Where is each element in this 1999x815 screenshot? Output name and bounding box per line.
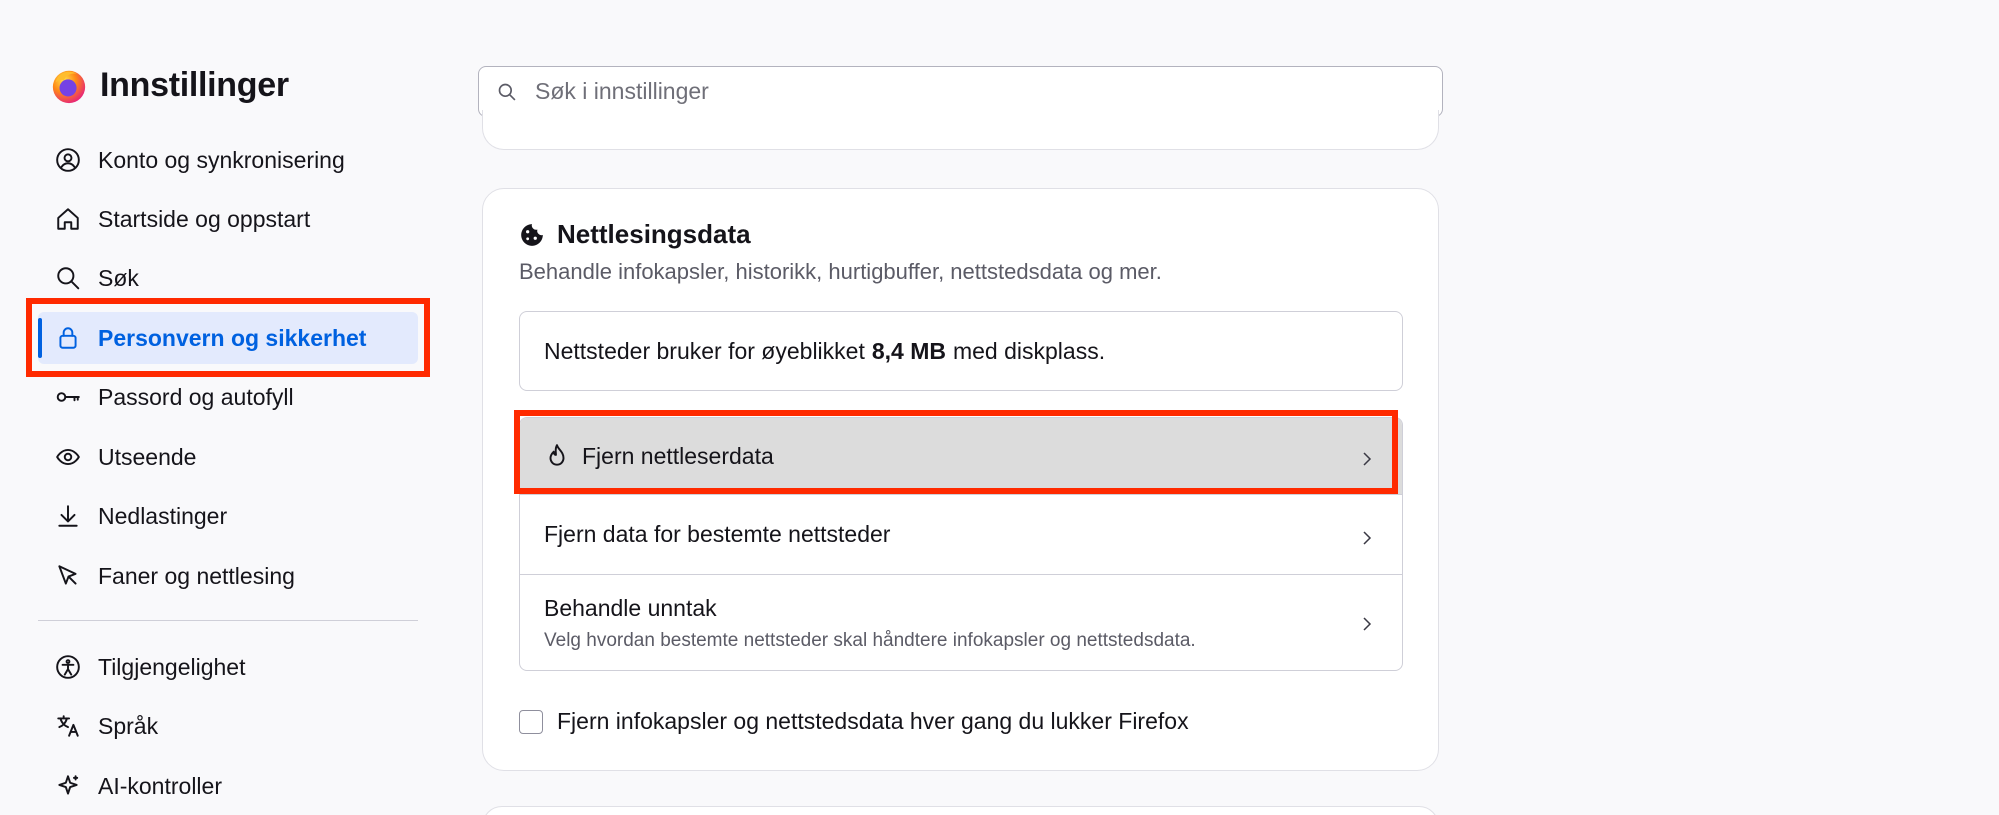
eye-icon xyxy=(54,443,82,471)
chevron-right-icon xyxy=(1358,526,1376,545)
row-label: Fjern nettleserdata xyxy=(582,442,774,469)
sidebar-item-label: Startside og oppstart xyxy=(98,205,311,232)
sidebar-item-privacy[interactable]: Personvern og sikkerhet xyxy=(38,312,418,364)
sidebar-item-label: Nedlastinger xyxy=(98,502,228,529)
sidebar-item-label: Passord og autofyll xyxy=(98,383,294,410)
usage-value: 8,4 MB xyxy=(871,337,946,364)
row-label: Behandle unntak xyxy=(544,595,717,621)
sidebar-item-search[interactable]: Søk xyxy=(38,252,418,304)
search-icon xyxy=(498,83,516,101)
sidebar-item-label: Språk xyxy=(98,712,159,739)
cookie-icon xyxy=(521,223,543,246)
sidebar-item-tabs[interactable]: Faner og nettlesing xyxy=(38,550,418,602)
sidebar-item-label: Tilgjengelighet xyxy=(98,653,246,680)
browsing-data-actions: Fjern nettleserdata Fjern data for beste… xyxy=(519,417,1403,671)
home-icon xyxy=(54,205,82,233)
sidebar-item-label: Faner og nettlesing xyxy=(98,562,295,589)
sidebar-item-label: Utseende xyxy=(98,443,197,470)
sidebar-item-ai-controls[interactable]: AI-kontroller xyxy=(38,760,418,812)
clear-on-close-option[interactable]: Fjern infokapsler og nettstedsdata hver … xyxy=(519,708,1189,735)
row-description: Velg hvordan bestemte nettsteder skal hå… xyxy=(544,630,1196,651)
sidebar-item-label: Søk xyxy=(98,264,139,291)
next-section-card xyxy=(482,806,1439,815)
search-icon xyxy=(54,264,82,292)
download-icon xyxy=(54,502,82,530)
disk-usage-box: Nettsteder bruker for øyeblikket 8,4 MB … xyxy=(519,311,1403,391)
previous-section-card xyxy=(482,110,1439,150)
clear-site-data-row[interactable]: Fjern data for bestemte nettsteder xyxy=(520,494,1402,574)
sidebar-item-label: Konto og synkronisering xyxy=(98,146,345,173)
account-icon xyxy=(54,146,82,174)
sidebar-item-home[interactable]: Startside og oppstart xyxy=(38,193,418,245)
translate-icon xyxy=(54,712,82,740)
brand: Innstillinger xyxy=(50,66,289,105)
usage-suffix: med diskplass. xyxy=(952,337,1106,364)
chevron-right-icon xyxy=(1358,615,1376,633)
chevron-right-icon xyxy=(1358,447,1376,466)
browsing-data-card: Nettlesingsdata Behandle infokapsler, hi… xyxy=(482,188,1439,771)
sidebar-item-passwords[interactable]: Passord og autofyll xyxy=(38,371,418,423)
sidebar-item-label: Personvern og sikkerhet xyxy=(98,324,367,351)
key-icon xyxy=(54,383,82,411)
sidebar-item-account[interactable]: Konto og synkronisering xyxy=(38,134,418,186)
sidebar-item-downloads[interactable]: Nedlastinger xyxy=(38,490,418,542)
manage-exceptions-row[interactable]: Behandle unntak Velg hvordan bestemte ne… xyxy=(520,574,1402,670)
lock-icon xyxy=(54,324,82,352)
accessibility-icon xyxy=(54,653,82,681)
sidebar: Innstillinger Konto og synkronisering St… xyxy=(0,0,440,815)
section-description: Behandle infokapsler, historikk, hurtigb… xyxy=(519,259,1162,284)
section-header: Nettlesingsdata xyxy=(519,219,751,250)
checkbox-label: Fjern infokapsler og nettstedsdata hver … xyxy=(557,708,1189,734)
flame-icon xyxy=(549,444,565,466)
firefox-logo-icon xyxy=(52,70,86,103)
page-title: Innstillinger xyxy=(100,66,289,104)
sidebar-item-language[interactable]: Språk xyxy=(38,700,418,752)
clear-on-close-checkbox[interactable] xyxy=(519,709,543,734)
section-title: Nettlesingsdata xyxy=(557,219,751,249)
sparkle-icon xyxy=(54,772,82,800)
clear-browser-data-row[interactable]: Fjern nettleserdata xyxy=(520,418,1402,494)
sidebar-item-label: AI-kontroller xyxy=(98,772,222,799)
sidebar-item-accessibility[interactable]: Tilgjengelighet xyxy=(38,641,418,693)
sidebar-item-appearance[interactable]: Utseende xyxy=(38,431,418,483)
search-input[interactable] xyxy=(535,78,1442,105)
usage-prefix: Nettsteder bruker for øyeblikket xyxy=(544,337,865,364)
sidebar-divider xyxy=(38,620,418,621)
row-label: Fjern data for bestemte nettsteder xyxy=(544,521,891,547)
cursor-icon xyxy=(54,562,82,590)
